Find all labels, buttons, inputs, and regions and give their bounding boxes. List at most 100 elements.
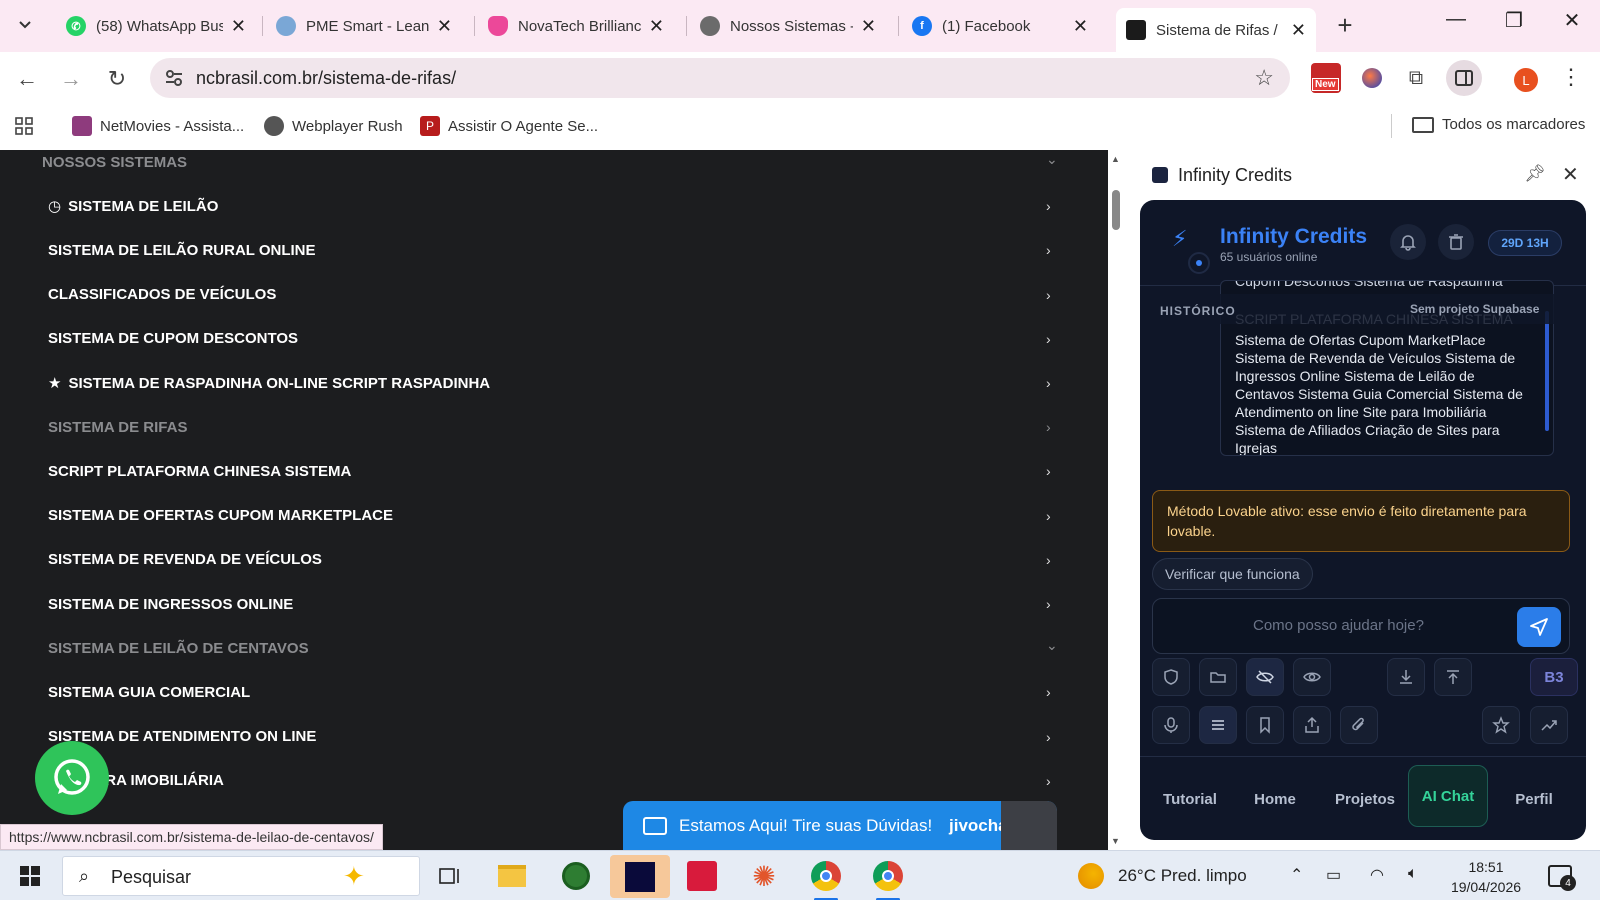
- folder-button[interactable]: [1199, 658, 1237, 696]
- analytics-button[interactable]: [1530, 706, 1568, 744]
- message-scrollbar[interactable]: [1545, 311, 1549, 431]
- reload-button[interactable]: ↻: [100, 62, 134, 96]
- b3-button[interactable]: B3: [1530, 658, 1578, 696]
- forward-button[interactable]: →: [54, 62, 88, 96]
- chevron-right-icon[interactable]: ›: [1046, 242, 1051, 258]
- tab-close-icon[interactable]: ✕: [1291, 20, 1306, 41]
- extension-globe-icon[interactable]: [1358, 64, 1386, 92]
- chevron-down-icon[interactable]: ⌄: [1046, 151, 1058, 168]
- chrome-profile-icon[interactable]: [870, 858, 906, 894]
- menu-item[interactable]: SISTEMA DE LEILÃO RURAL ONLINE ›: [0, 228, 1090, 272]
- chevron-right-icon[interactable]: ›: [1046, 552, 1051, 568]
- menu-item[interactable]: ◷ SISTEMA DE LEILÃO ›: [0, 184, 1090, 228]
- close-window-button[interactable]: ✕: [1552, 8, 1592, 33]
- chevron-right-icon[interactable]: ›: [1046, 331, 1051, 347]
- menu-item[interactable]: SITE PARA IMOBILIÁRIA ›: [0, 759, 1090, 803]
- chevron-up-icon[interactable]: ⌃: [1290, 865, 1303, 885]
- nav-projetos[interactable]: Projetos: [1320, 781, 1410, 817]
- windows-start-icon[interactable]: [20, 866, 40, 886]
- page-scrollbar[interactable]: ▲ ▼: [1108, 150, 1124, 850]
- side-panel-button[interactable]: [1446, 60, 1482, 96]
- extension-new-icon[interactable]: New: [1310, 62, 1342, 94]
- tab-sistema-de-rifas[interactable]: Sistema de Rifas / ✕: [1116, 8, 1316, 52]
- nav-tutorial[interactable]: Tutorial: [1152, 781, 1228, 817]
- bookmark-button[interactable]: [1246, 706, 1284, 744]
- whatsapp-float-button[interactable]: [35, 741, 109, 815]
- scroll-down-icon[interactable]: ▼: [1111, 836, 1120, 846]
- menu-item[interactable]: SISTEMA DE RIFAS ›: [0, 405, 1090, 449]
- taskbar-clock[interactable]: 18:51 19/04/2026: [1446, 857, 1526, 897]
- send-button[interactable]: [1517, 607, 1561, 647]
- delete-button[interactable]: [1438, 224, 1474, 260]
- chevron-right-icon[interactable]: ›: [1046, 596, 1051, 612]
- chevron-right-icon[interactable]: ›: [1046, 463, 1051, 479]
- profile-avatar[interactable]: L: [1514, 68, 1538, 92]
- menu-item[interactable]: CLASSIFICADOS DE VEÍCULOS ›: [0, 273, 1090, 317]
- menu-item[interactable]: SISTEMA DE OFERTAS CUPOM MARKETPLACE ›: [0, 494, 1090, 538]
- menu-item[interactable]: SCRIPT PLATAFORMA CHINESA SISTEMA ›: [0, 449, 1090, 493]
- jivochat-banner[interactable]: Estamos Aqui! Tire suas Dúvidas! jivocha…: [623, 801, 1057, 850]
- bookmark-webplayer-rush[interactable]: Webplayer Rush: [264, 116, 403, 136]
- browser-menu-icon[interactable]: ⋮: [1560, 64, 1582, 90]
- nav-ai-chat[interactable]: AI Chat: [1408, 765, 1488, 827]
- nav-perfil[interactable]: Perfil: [1496, 781, 1572, 817]
- tab-close-icon[interactable]: ✕: [231, 16, 246, 37]
- menu-item[interactable]: SISTEMA GUIA COMERCIAL ›: [0, 670, 1090, 714]
- address-bar[interactable]: ncbrasil.com.br/sistema-de-rifas/ ☆: [150, 58, 1290, 98]
- favorite-button[interactable]: [1482, 706, 1520, 744]
- chevron-down-icon[interactable]: ⌄: [1046, 637, 1058, 654]
- notification-center-icon[interactable]: 4: [1548, 865, 1576, 891]
- volume-icon[interactable]: 🔈︎: [1408, 865, 1418, 883]
- tab-facebook[interactable]: f (1) Facebook ✕: [902, 8, 1098, 44]
- minimize-button[interactable]: —: [1436, 8, 1476, 31]
- weather-icon[interactable]: [1078, 863, 1104, 889]
- taskbar-search[interactable]: ⌕ Pesquisar ✦: [62, 856, 420, 896]
- apps-grid-icon[interactable]: [14, 116, 34, 136]
- menu-item[interactable]: NOSSOS SISTEMAS ⌄: [0, 150, 1090, 184]
- wifi-icon[interactable]: ◠: [1370, 865, 1384, 885]
- attach-button[interactable]: [1340, 706, 1378, 744]
- history-label[interactable]: HISTÓRICO: [1160, 304, 1236, 318]
- preview-button[interactable]: [1293, 658, 1331, 696]
- active-app-icon[interactable]: [610, 855, 670, 898]
- hide-button[interactable]: [1246, 658, 1284, 696]
- tab-close-icon[interactable]: ✕: [649, 16, 664, 37]
- bookmark-netmovies[interactable]: NetMovies - Assista...: [72, 116, 244, 136]
- chat-input-box[interactable]: Como posso ajudar hoje?: [1152, 598, 1570, 654]
- scroll-up-icon[interactable]: ▲: [1111, 154, 1120, 164]
- close-panel-icon[interactable]: ✕: [1562, 162, 1579, 187]
- menu-item[interactable]: SISTEMA DE CUPOM DESCONTOS ›: [0, 317, 1090, 361]
- file-explorer-icon[interactable]: [494, 858, 530, 894]
- chevron-right-icon[interactable]: ›: [1046, 729, 1051, 745]
- green-app-icon[interactable]: [558, 858, 594, 894]
- battery-icon[interactable]: ▭: [1326, 865, 1341, 885]
- tab-nossos-sistemas[interactable]: Nossos Sistemas - ✕: [690, 8, 886, 44]
- chevron-right-icon[interactable]: ›: [1046, 508, 1051, 524]
- site-settings-icon[interactable]: [164, 68, 184, 88]
- tab-close-icon[interactable]: ✕: [861, 16, 876, 37]
- chevron-right-icon[interactable]: ›: [1046, 375, 1051, 391]
- tab-pme-smart[interactable]: PME Smart - Leanc ✕: [266, 8, 462, 44]
- notifications-button[interactable]: [1390, 224, 1426, 260]
- back-button[interactable]: ←: [10, 62, 44, 96]
- menu-item[interactable]: SISTEMA DE ATENDIMENTO ON LINE ›: [0, 715, 1090, 759]
- nav-home[interactable]: Home: [1238, 781, 1312, 817]
- bookmark-agente[interactable]: P Assistir O Agente Se...: [420, 116, 598, 136]
- all-bookmarks-button[interactable]: Todos os marcadores: [1412, 116, 1585, 133]
- extensions-puzzle-icon[interactable]: ⧉: [1402, 64, 1430, 92]
- task-view-icon[interactable]: [432, 858, 468, 894]
- chrome-icon[interactable]: [808, 858, 844, 894]
- tab-close-icon[interactable]: ✕: [437, 16, 452, 37]
- menu-button[interactable]: [1199, 706, 1237, 744]
- menu-item[interactable]: SISTEMA DE REVENDA DE VEÍCULOS ›: [0, 538, 1090, 582]
- menu-item[interactable]: SISTEMA DE INGRESSOS ONLINE ›: [0, 582, 1090, 626]
- upload-top-button[interactable]: [1434, 658, 1472, 696]
- red-app-icon[interactable]: [684, 858, 720, 894]
- bookmark-star-icon[interactable]: ☆: [1254, 65, 1274, 91]
- chevron-right-icon[interactable]: ›: [1046, 198, 1051, 214]
- share-button[interactable]: [1293, 706, 1331, 744]
- menu-item[interactable]: ★ SISTEMA DE RASPADINHA ON-LINE SCRIPT RA…: [0, 361, 1090, 405]
- restore-button[interactable]: ❐: [1494, 8, 1534, 33]
- tab-close-icon[interactable]: ✕: [1073, 16, 1088, 37]
- tab-novatech[interactable]: NovaTech Brillianc ✕: [478, 8, 674, 44]
